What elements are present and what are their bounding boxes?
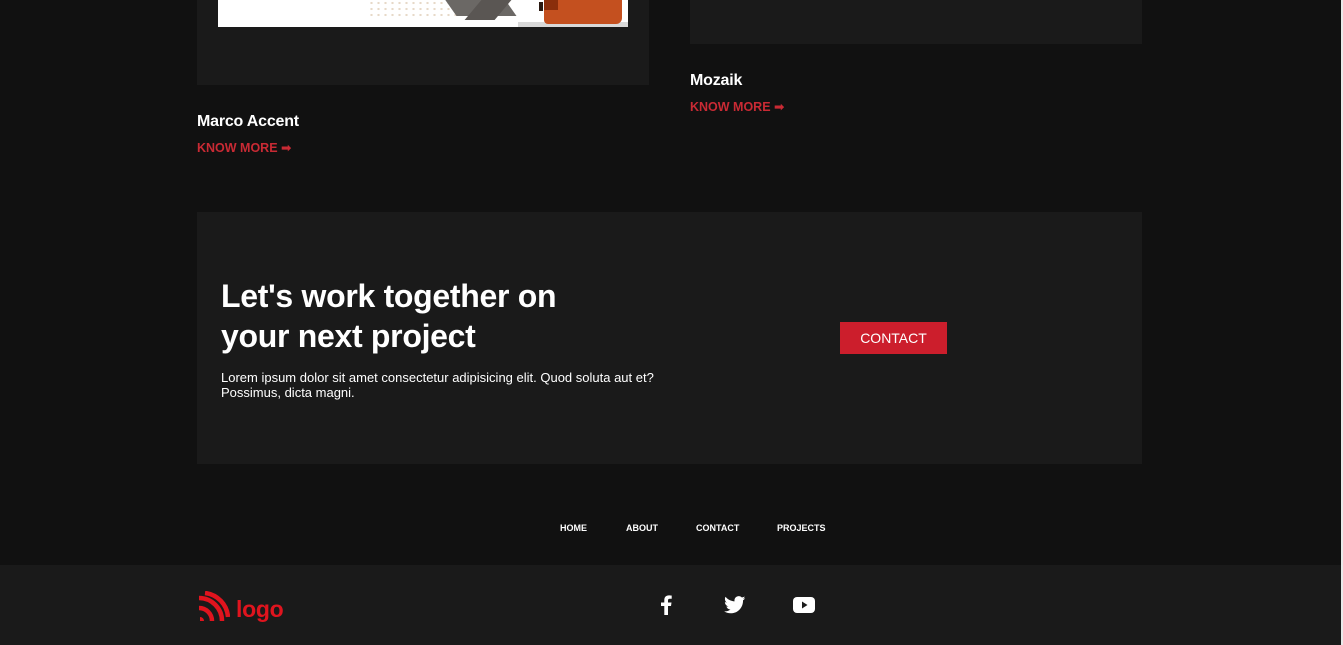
footer-nav-contact[interactable]: CONTACT: [696, 523, 739, 533]
footer-nav: HOME ABOUT CONTACT PROJECTS: [0, 523, 1343, 537]
cta-description-line: Lorem ipsum dolor sit amet consectetur a…: [221, 370, 654, 385]
project-card-mozaik: Mozaik KNOW MORE ➡: [690, 0, 1142, 116]
project-image-frame: [197, 0, 649, 85]
facebook-icon[interactable]: [654, 593, 678, 617]
twitter-icon[interactable]: [723, 593, 747, 617]
footer-nav-about[interactable]: ABOUT: [626, 523, 658, 533]
cta-panel: Let's work together on your next project…: [197, 212, 1142, 464]
cta-heading: Let's work together on your next project: [221, 276, 681, 356]
footer-nav-projects[interactable]: PROJECTS: [777, 523, 826, 533]
wifi-signal-icon: [196, 590, 231, 628]
project-image[interactable]: [218, 0, 628, 27]
footer-logo[interactable]: logo: [196, 590, 284, 628]
cta-heading-line: your next project: [221, 318, 476, 354]
footer-nav-home[interactable]: HOME: [560, 523, 587, 533]
project-image-frame: [690, 0, 1142, 44]
project-card-marco-accent: Marco Accent KNOW MORE ➡: [197, 0, 649, 157]
image-orange-chair-shade: [544, 0, 558, 10]
project-title: Mozaik: [690, 72, 743, 89]
project-title: Marco Accent: [197, 113, 299, 130]
footer-bar: logo: [0, 565, 1341, 645]
image-chair-leg: [539, 2, 543, 11]
cta-description-line: Possimus, dicta magni.: [221, 385, 355, 400]
cta-description: Lorem ipsum dolor sit amet consectetur a…: [221, 370, 681, 400]
know-more-link[interactable]: KNOW MORE ➡: [197, 140, 292, 155]
logo-text: logo: [236, 596, 284, 622]
contact-button[interactable]: CONTACT: [840, 322, 947, 354]
know-more-link[interactable]: KNOW MORE ➡: [690, 99, 785, 114]
youtube-icon[interactable]: [792, 593, 816, 617]
cta-heading-line: Let's work together on: [221, 278, 557, 314]
